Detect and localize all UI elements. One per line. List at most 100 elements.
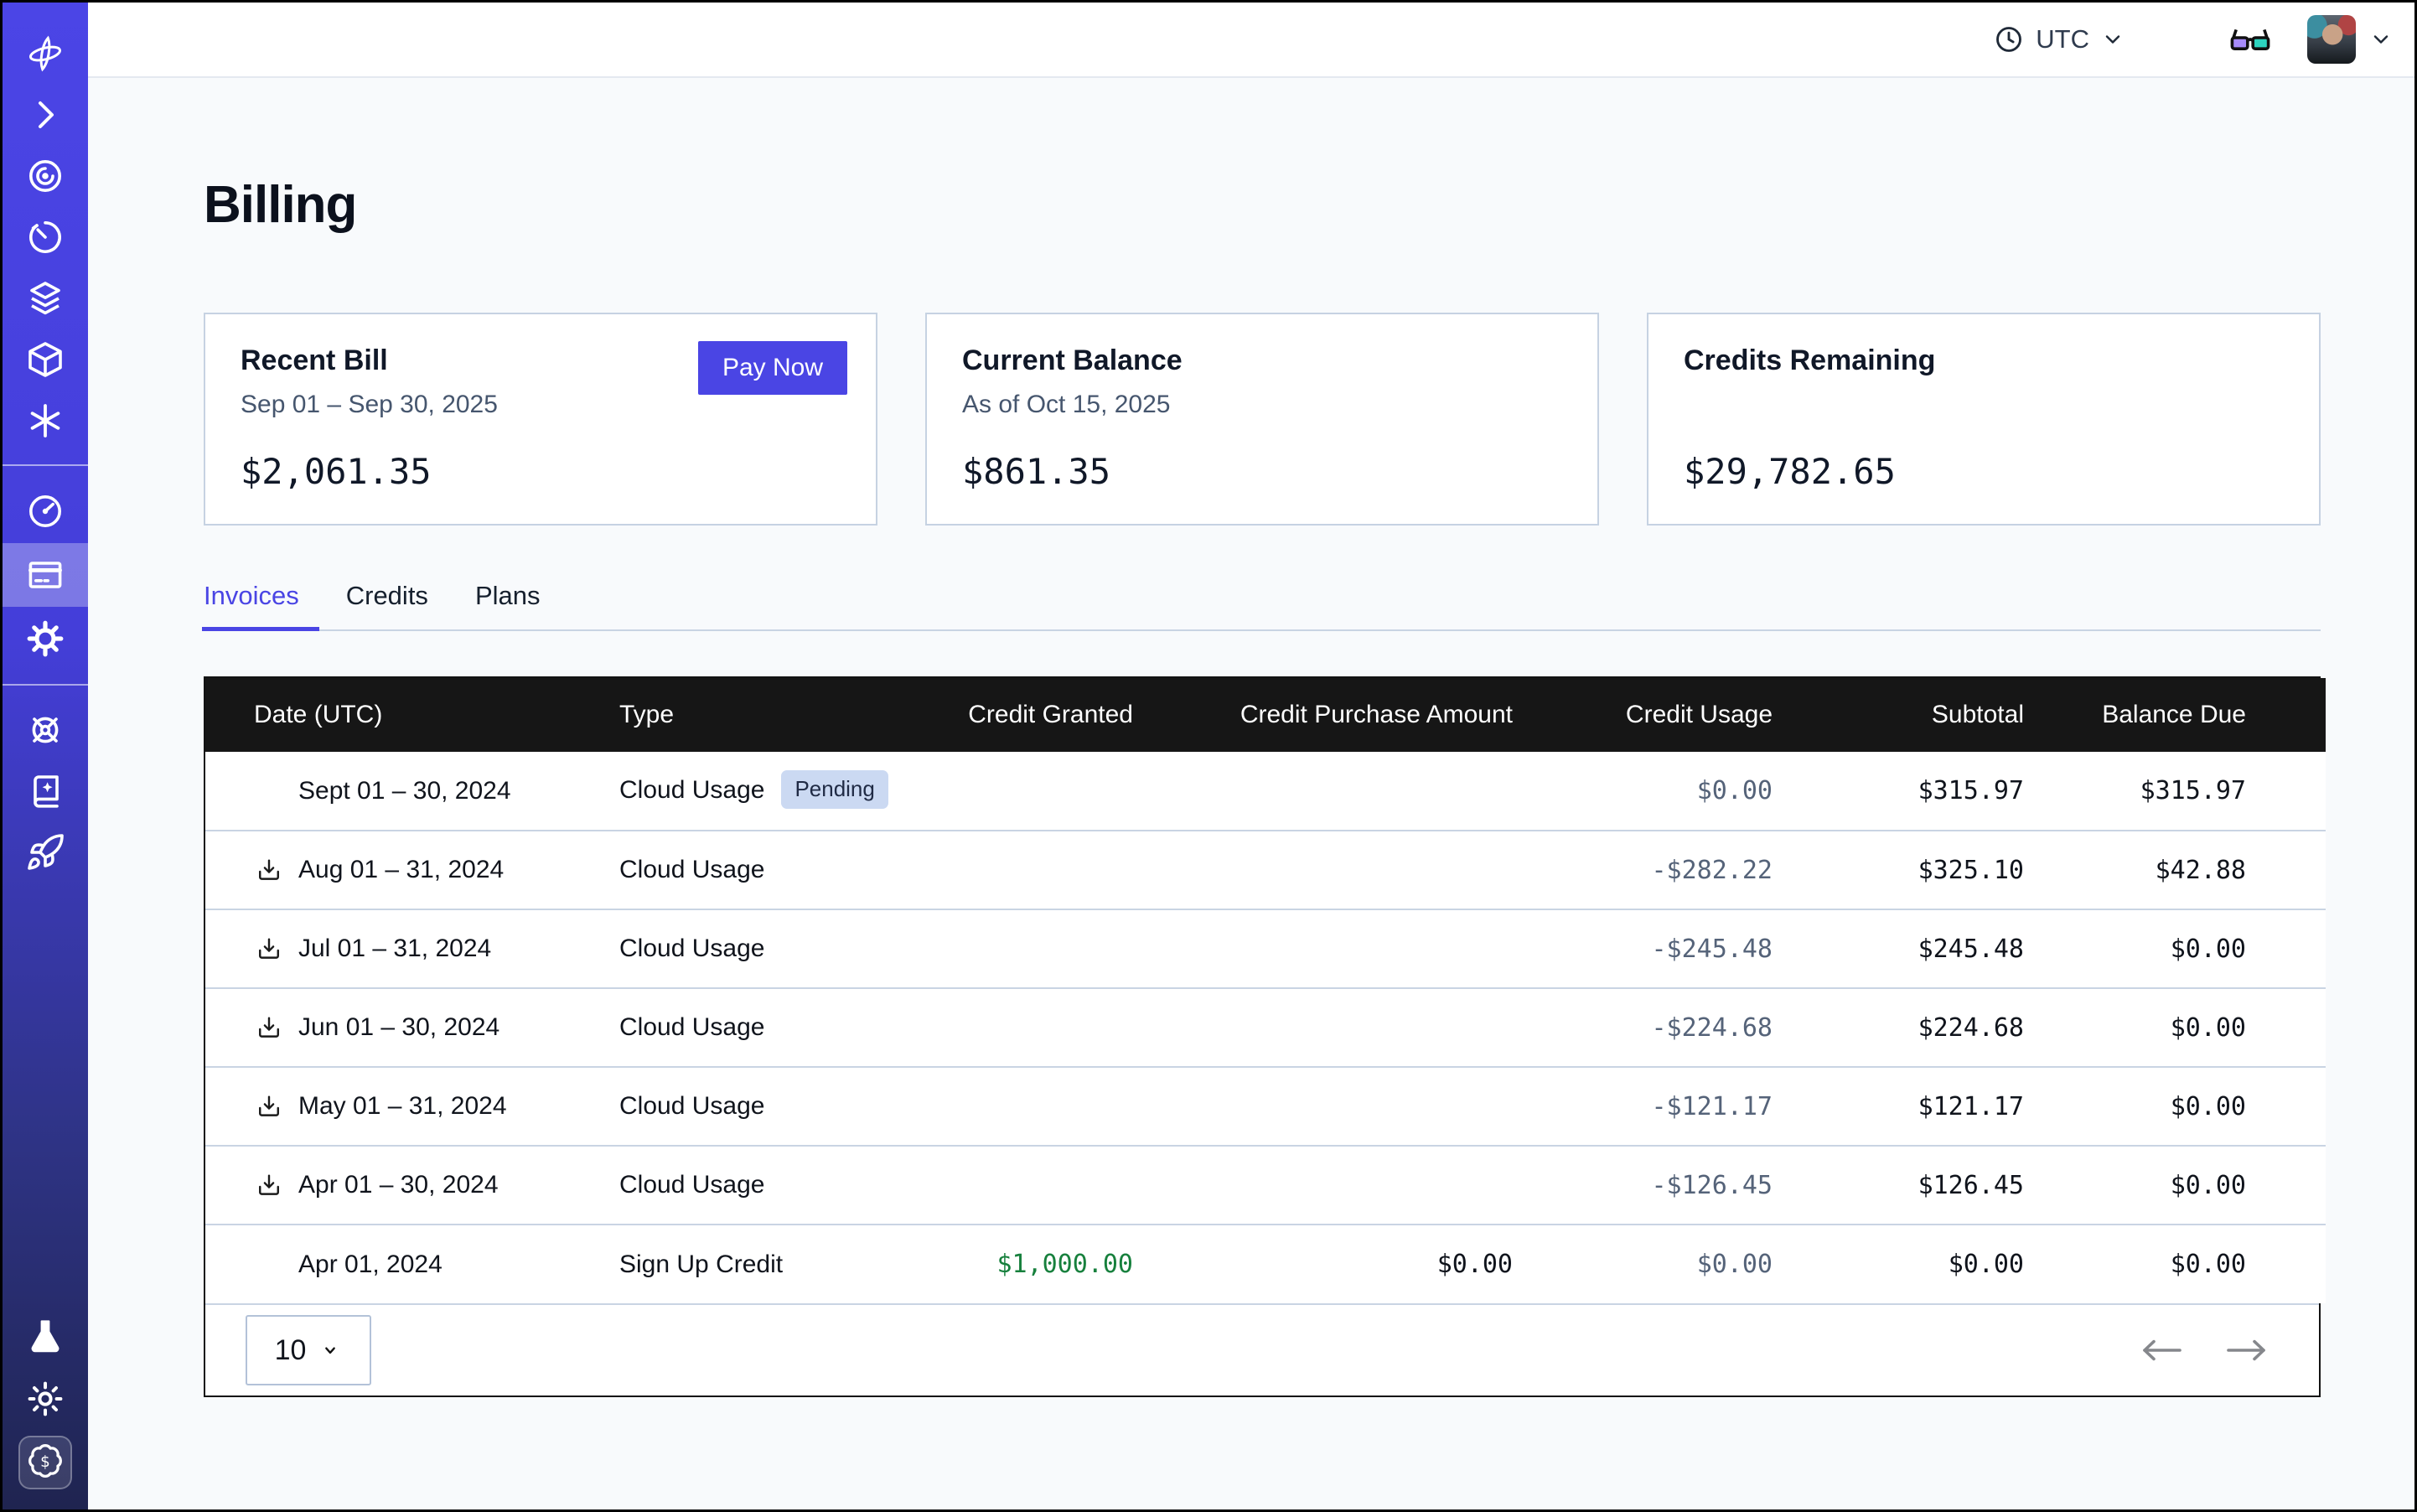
sidebar-item-usage[interactable] — [3, 479, 88, 543]
credits-remaining-amount: $29,782.65 — [1684, 451, 2284, 492]
previous-page-button[interactable] — [2140, 1336, 2183, 1364]
arrow-right-icon — [2225, 1336, 2269, 1364]
table-row: Jul 01 – 31, 2024 Cloud Usage -$245.48 $… — [205, 909, 2326, 988]
sidebar-item-settings[interactable] — [3, 607, 88, 671]
download-invoice-button[interactable] — [254, 855, 284, 885]
sidebar-item-functions[interactable] — [3, 390, 88, 451]
download-icon — [255, 935, 283, 963]
svg-text:$: $ — [40, 1452, 50, 1470]
sidebar-item-theme[interactable] — [3, 1368, 88, 1429]
sidebar-item-expand[interactable] — [3, 84, 88, 145]
billing-card-icon — [25, 555, 65, 595]
timezone-selector[interactable]: UTC — [1994, 24, 2125, 54]
tab-invoices[interactable]: Invoices — [204, 581, 303, 629]
pay-now-button[interactable]: Pay Now — [698, 341, 847, 395]
iris-eye-icon — [25, 156, 65, 196]
reader-mode-button[interactable] — [2228, 23, 2272, 55]
credits-offer-button[interactable]: $ — [18, 1436, 72, 1489]
chevron-down-icon — [318, 1339, 342, 1362]
download-icon — [255, 1013, 283, 1042]
clock-icon — [1994, 24, 2024, 54]
credit-purchase-cell — [1158, 909, 1538, 988]
docs-book-icon — [25, 771, 65, 811]
invoice-type-label: Cloud Usage — [619, 1092, 764, 1120]
chevron-down-icon — [2101, 28, 2125, 51]
card-subtitle: Sep 01 – Sep 30, 2025 — [241, 391, 841, 421]
asterisk-icon — [25, 401, 65, 441]
invoice-type-label: Cloud Usage — [619, 776, 764, 804]
card-subtitle — [1684, 391, 2284, 421]
layers-icon — [25, 278, 65, 318]
balance-due-cell: $0.00 — [2049, 1225, 2326, 1303]
account-menu[interactable] — [2307, 15, 2393, 64]
timer-icon — [25, 217, 65, 257]
timezone-label: UTC — [2036, 24, 2089, 54]
sidebar-item-fleet[interactable] — [3, 699, 88, 760]
sidebar-item-observe[interactable] — [3, 145, 88, 206]
sidebar-item-timers[interactable] — [3, 206, 88, 267]
chevron-down-icon — [2369, 28, 2393, 51]
invoice-date: May 01 – 31, 2024 — [298, 1092, 507, 1121]
summary-cards: Recent Bill Sep 01 – Sep 30, 2025 $2,061… — [204, 313, 2321, 526]
credit-granted-cell — [943, 831, 1158, 909]
sidebar-divider — [3, 684, 88, 686]
credit-purchase-cell — [1158, 752, 1538, 831]
download-invoice-button[interactable] — [254, 1091, 284, 1121]
page-size-select[interactable]: 10 — [246, 1315, 371, 1385]
current-balance-card: Current Balance As of Oct 15, 2025 $861.… — [925, 313, 1599, 526]
table-row: May 01 – 31, 2024 Cloud Usage -$121.17 $… — [205, 1067, 2326, 1146]
credit-purchase-cell: $0.00 — [1158, 1225, 1538, 1303]
table-row: Jun 01 – 30, 2024 Cloud Usage -$224.68 $… — [205, 988, 2326, 1067]
sidebar-item-layers[interactable] — [3, 267, 88, 329]
arrow-left-icon — [2140, 1336, 2183, 1364]
download-icon — [255, 1171, 283, 1199]
sidebar-item-packages[interactable] — [3, 329, 88, 390]
main-content: Billing Recent Bill Sep 01 – Sep 30, 202… — [88, 80, 2414, 1509]
column-header-credit-usage: Credit Usage — [1538, 678, 1798, 752]
sidebar-item-launch[interactable] — [3, 821, 88, 883]
tab-credits[interactable]: Credits — [346, 581, 432, 629]
table-footer: 10 — [205, 1303, 2319, 1395]
table-row: Apr 01, 2024 Sign Up Credit $1,000.00 $0… — [205, 1225, 2326, 1303]
column-header-credit-granted: Credit Granted — [943, 678, 1158, 752]
invoice-date: Sept 01 – 30, 2024 — [298, 777, 511, 805]
orbit-logo-icon — [25, 34, 65, 74]
credit-usage-cell: $0.00 — [1538, 1225, 1798, 1303]
card-subtitle: As of Oct 15, 2025 — [962, 391, 1562, 421]
invoice-type-label: Cloud Usage — [619, 1013, 764, 1041]
table-row: Aug 01 – 31, 2024 Cloud Usage -$282.22 $… — [205, 831, 2326, 909]
subtotal-cell: $325.10 — [1798, 831, 2049, 909]
sidebar: $ — [3, 3, 88, 1509]
download-invoice-button[interactable] — [254, 934, 284, 964]
invoice-date: Apr 01, 2024 — [298, 1251, 443, 1279]
topbar: UTC — [88, 3, 2414, 78]
download-invoice-button[interactable] — [254, 1012, 284, 1043]
sun-icon — [25, 1379, 65, 1419]
card-title: Credits Remaining — [1684, 344, 2284, 377]
subtotal-cell: $224.68 — [1798, 988, 2049, 1067]
credits-remaining-card: Credits Remaining $29,782.65 — [1647, 313, 2321, 526]
page-size-value: 10 — [275, 1334, 307, 1367]
invoice-type-label: Cloud Usage — [619, 935, 764, 962]
pagination-controls — [2140, 1336, 2269, 1364]
current-balance-amount: $861.35 — [962, 451, 1562, 492]
invoice-date: Aug 01 – 31, 2024 — [298, 856, 504, 884]
sidebar-item-labs[interactable] — [3, 1307, 88, 1368]
download-invoice-button[interactable] — [254, 1170, 284, 1200]
invoice-date: Apr 01 – 30, 2024 — [298, 1171, 499, 1199]
credit-granted-cell: $1,000.00 — [943, 1225, 1158, 1303]
invoice-type-label: Cloud Usage — [619, 856, 764, 883]
sidebar-item-home[interactable] — [3, 23, 88, 84]
sidebar-item-billing[interactable] — [3, 543, 88, 607]
cube-icon — [25, 339, 65, 380]
next-page-button[interactable] — [2225, 1336, 2269, 1364]
balance-due-cell: $42.88 — [2049, 831, 2326, 909]
status-badge: Pending — [781, 770, 888, 809]
sidebar-item-docs[interactable] — [3, 760, 88, 821]
credit-usage-cell: -$282.22 — [1538, 831, 1798, 909]
credit-granted-cell — [943, 988, 1158, 1067]
invoice-type-label: Sign Up Credit — [619, 1251, 783, 1278]
tab-plans[interactable]: Plans — [475, 581, 544, 629]
credit-usage-cell: $0.00 — [1538, 752, 1798, 831]
balance-due-cell: $0.00 — [2049, 1146, 2326, 1225]
